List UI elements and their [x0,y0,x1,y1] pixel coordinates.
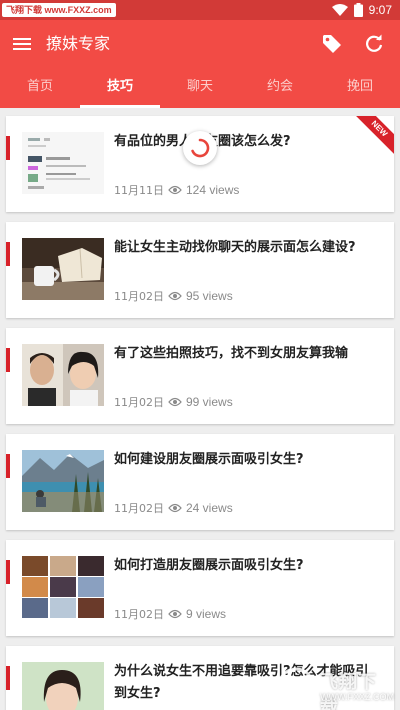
tab-chat[interactable]: 聊天 [160,68,240,108]
accent-bar [6,348,10,372]
article-title: 有了这些拍照技巧，找不到女朋友算我输 [114,346,349,361]
accent-bar [6,242,10,266]
article-card[interactable]: 有了这些拍照技巧，找不到女朋友算我输 11月02日 99 views [6,328,394,424]
article-date: 11月02日 [114,396,164,409]
article-title: 如何打造朋友圈展示面吸引女生? [114,558,304,573]
app-title: 撩妹专家 [46,34,111,53]
article-meta: 11月02日 24 views [114,500,233,516]
tag-icon[interactable] [320,32,344,56]
article-title: 能让女生主动找你聊天的展示面怎么建设? [114,240,356,255]
watermark-url: WWW.FXXZ.COM [320,692,394,702]
refresh-icon[interactable] [362,32,386,56]
tab-home[interactable]: 首页 [0,68,80,108]
app-toolbar: 撩妹专家 [0,20,400,68]
eye-icon [168,503,182,513]
article-thumbnail [22,238,104,300]
status-time: 9:07 [368,3,392,17]
accent-bar [6,666,10,690]
article-card[interactable]: 如何建设朋友圈展示面吸引女生? 11月02日 24 views [6,434,394,530]
battery-icon [353,3,363,17]
article-thumbnail [22,344,104,406]
article-views: 124 views [186,183,240,197]
article-date: 11月02日 [114,608,164,621]
accent-bar [6,454,10,478]
article-views: 9 views [186,607,227,621]
watermark-badge: 飞翔下载 www.FXXZ.com [2,3,116,17]
article-thumbnail [22,556,104,618]
article-thumbnail [22,132,104,194]
article-list: 有品位的男人朋友圈该怎么发? 11月11日 124 views NEW 能让女生… [0,108,400,710]
menu-icon[interactable] [10,32,34,56]
tab-tips[interactable]: 技巧 [80,68,160,108]
loading-spinner [183,131,217,165]
tab-recover[interactable]: 挽回 [320,68,400,108]
eye-icon [168,291,182,301]
article-meta: 11月11日 124 views [114,182,239,198]
tab-date[interactable]: 约会 [240,68,320,108]
article-title: 如何建设朋友圈展示面吸引女生? [114,452,304,467]
wifi-icon [331,4,348,16]
watermark-icon [277,667,315,705]
article-meta: 11月02日 99 views [114,394,233,410]
article-meta: 11月02日 9 views [114,606,226,622]
article-date: 11月11日 [114,184,164,197]
article-date: 11月02日 [114,502,164,515]
article-views: 24 views [186,501,233,515]
article-thumbnail [22,450,104,512]
article-card[interactable]: 能让女生主动找你聊天的展示面怎么建设? 11月02日 95 views [6,222,394,318]
status-icons: 9:07 [331,2,392,18]
eye-icon [168,397,182,407]
status-bar: 飞翔下载 www.FXXZ.com 9:07 [0,0,400,20]
eye-icon [168,185,182,195]
article-thumbnail [22,662,104,710]
accent-bar [6,560,10,584]
eye-icon [168,609,182,619]
category-tabs: 首页 技巧 聊天 约会 挽回 [0,68,400,108]
article-card[interactable]: 如何打造朋友圈展示面吸引女生? 11月02日 9 views [6,540,394,636]
article-views: 99 views [186,395,233,409]
article-views: 95 views [186,289,233,303]
watermark-name: 飞翔下载 [320,672,377,710]
article-date: 11月02日 [114,290,164,303]
accent-bar [6,136,10,160]
watermark-logo: 飞翔下载 WWW.FXXZ.COM [274,664,394,710]
article-meta: 11月02日 95 views [114,288,233,304]
article-title: 有品位的男人朋友圈该怎么发? [114,131,376,153]
